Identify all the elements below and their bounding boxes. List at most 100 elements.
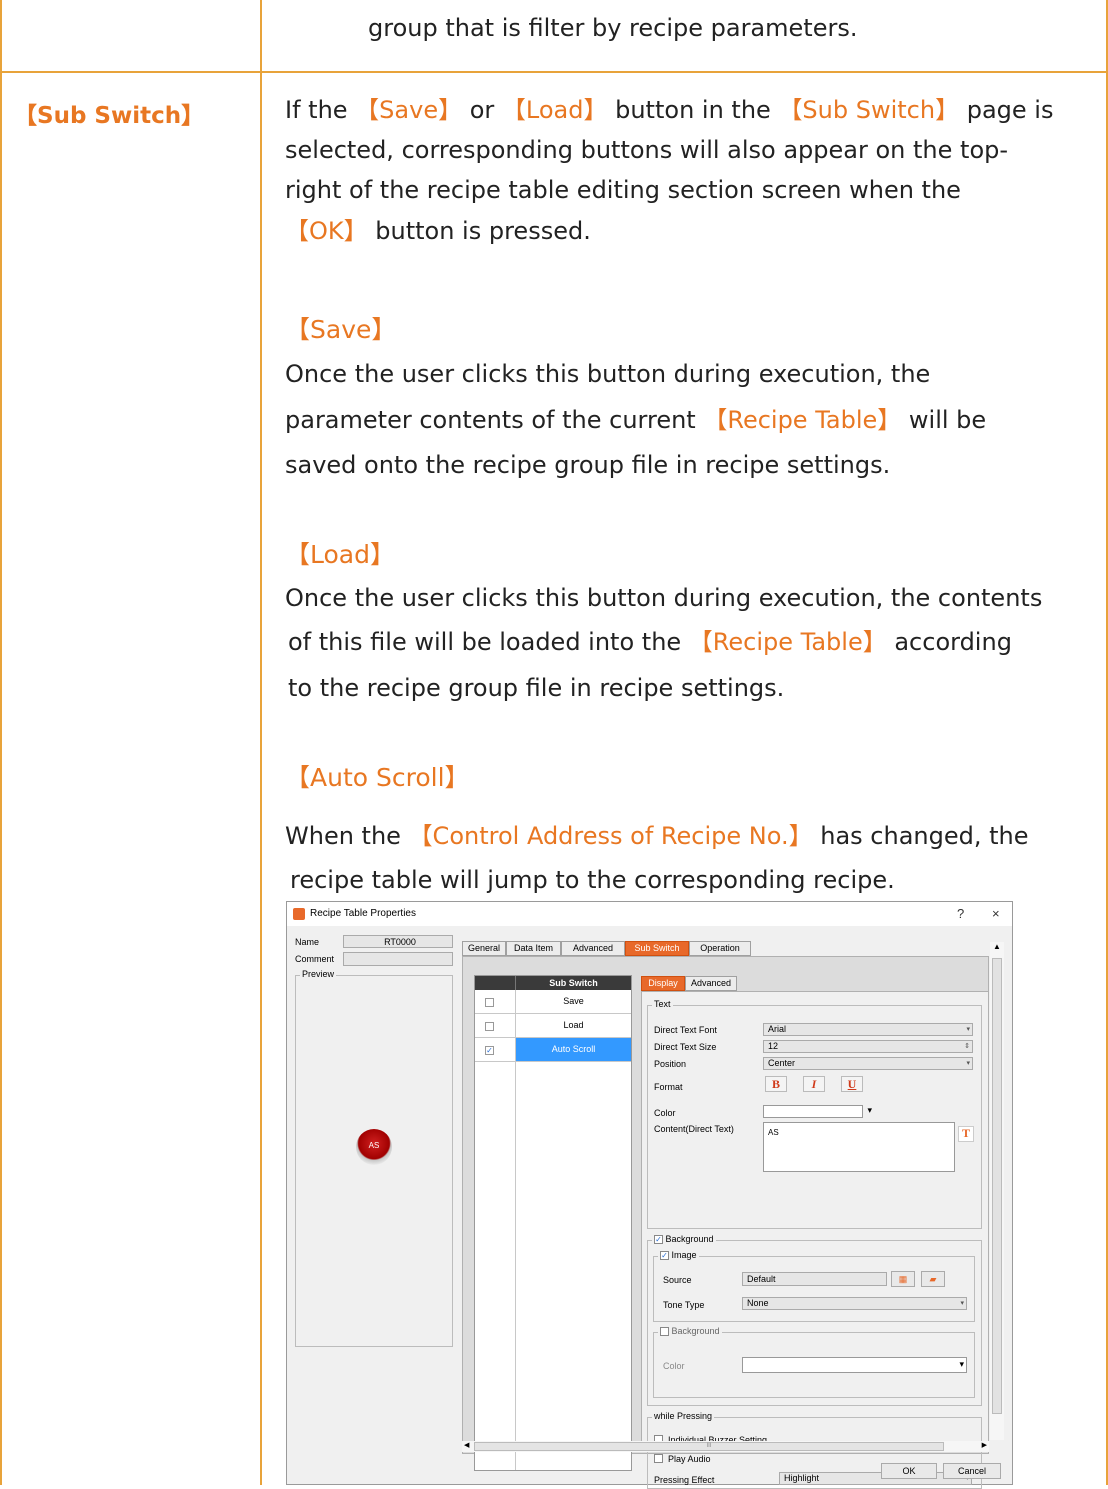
sub-switch-header: Sub Switch [475,976,631,990]
text-group-title: Text [652,999,673,1009]
row-separator [0,71,1108,73]
dialog-title-bar: Recipe Table Properties ? × [287,902,1012,926]
comment-label: Comment [295,954,335,964]
preview-label: Preview [300,969,337,979]
name-label: Name [295,937,320,947]
scroll-right-icon[interactable]: ▶ [982,1441,987,1449]
chevron-down-icon: ▾ [959,1359,964,1369]
table-left-border [0,0,2,1485]
image-checkbox[interactable]: ✓ [660,1251,669,1261]
switch-item-label: Save [515,990,631,1013]
direct-text-font-select[interactable]: Arial ▾ [763,1023,973,1036]
scroll-thumb[interactable] [992,958,1002,1414]
save-checkbox[interactable] [485,998,494,1007]
image-library-icon[interactable]: ▦ [891,1271,915,1287]
position-label: Position [654,1059,687,1069]
table-divider [260,0,262,1485]
dialog-title: Recipe Table Properties [310,908,416,919]
save-line-2: parameter contents of the current 【Recip… [285,406,987,434]
intro-line-1: If the 【Save】 or 【Load】 button in the 【S… [285,96,1054,124]
underline-button[interactable]: U [841,1076,863,1092]
inner-tab-advanced[interactable]: Advanced [685,976,737,991]
text-tool-icon[interactable]: T [958,1126,974,1142]
tab-sub-switch[interactable]: Sub Switch [625,941,689,956]
intro-line-2: selected, corresponding buttons will als… [285,136,1009,164]
folder-icon[interactable]: ▰ [921,1271,945,1287]
top-row-text: group that is filter by recipe parameter… [368,14,858,42]
bg-color-label: Color [663,1361,685,1371]
play-audio-checkbox[interactable] [654,1454,663,1463]
switch-item-auto-scroll[interactable]: ✓ Auto Scroll [475,1038,631,1062]
scroll-thumb-h[interactable]: III [474,1442,944,1451]
horizontal-scrollbar[interactable]: ◀ III ▶ [462,1441,989,1452]
intro-line-4: 【OK】 button is pressed. [285,217,591,245]
tone-type-label: Tone Type [663,1300,705,1310]
switch-item-load[interactable]: Load [475,1014,631,1038]
ok-button[interactable]: OK [881,1463,937,1479]
bg-sub-checkbox[interactable] [660,1327,669,1337]
recipe-table-properties-dialog: Recipe Table Properties ? × Name RT0000 … [286,901,1013,1489]
help-button[interactable]: ? [957,906,964,921]
chevron-down-icon: ▾ [960,1300,964,1307]
tab-advanced[interactable]: Advanced [561,941,625,956]
chevron-down-icon: ▾ [966,1060,970,1067]
tab-data-item[interactable]: Data Item [506,941,561,956]
bold-button[interactable]: B [765,1076,787,1092]
direct-text-size-label: Direct Text Size [654,1042,717,1052]
scroll-left-icon[interactable]: ◀ [464,1441,469,1449]
chevron-down-icon: ▾ [867,1105,872,1115]
color-label: Color [654,1108,676,1118]
switch-item-save[interactable]: Save [475,990,631,1014]
bg-color-picker[interactable]: ▾ [742,1357,967,1373]
save-heading: 【Save】 [285,315,397,344]
preview-button-text: AS [368,1141,380,1150]
switch-item-label: Load [515,1014,631,1037]
close-button[interactable]: × [992,906,1000,921]
app-icon [293,908,305,920]
sub-switch-list: Sub Switch Save Load ✓ Auto Scroll [474,975,632,1471]
save-line-3: saved onto the recipe group file in reci… [285,451,891,479]
text-color-picker[interactable]: ▾ [763,1105,872,1118]
source-label: Source [663,1275,692,1285]
switch-item-label: Auto Scroll [515,1038,631,1061]
pressing-effect-label: Pressing Effect [654,1475,715,1485]
italic-button[interactable]: I [803,1076,825,1092]
vertical-scrollbar[interactable]: ▲ [990,942,1004,1440]
tab-general[interactable]: General [462,941,506,956]
scroll-up-icon[interactable]: ▲ [990,942,1004,951]
load-checkbox[interactable] [485,1022,494,1031]
content-direct-text-input[interactable]: AS [763,1122,955,1172]
name-field[interactable]: RT0000 [343,935,453,948]
auto-scroll-line-2: recipe table will jump to the correspond… [290,866,895,894]
image-group-title: ✓ Image [658,1250,699,1261]
play-audio-label: Play Audio [668,1454,711,1464]
background-checkbox[interactable]: ✓ [654,1235,663,1245]
content-direct-text-label: Content(Direct Text) [654,1124,734,1134]
direct-text-font-label: Direct Text Font [654,1025,717,1035]
tone-type-select[interactable]: None ▾ [742,1297,967,1310]
tab-operation[interactable]: Operation [689,941,751,956]
intro-line-3: right of the recipe table editing sectio… [285,176,961,204]
sub-switch-header-label: Sub Switch [515,976,631,990]
position-select[interactable]: Center ▾ [763,1057,973,1070]
bg-sub-group-title: Background [658,1326,722,1337]
source-field[interactable]: Default [742,1272,887,1286]
inner-tab-display[interactable]: Display [641,976,685,991]
format-label: Format [654,1082,683,1092]
while-pressing-title: while Pressing [652,1411,715,1421]
auto-scroll-checkbox[interactable]: ✓ [485,1046,494,1055]
direct-text-size-spinner[interactable]: 12 ⇕ [763,1040,973,1053]
chevron-down-icon: ▾ [966,1026,970,1033]
load-line-1: Once the user clicks this button during … [285,584,1043,612]
image-group: ✓ Image [653,1250,975,1322]
auto-scroll-heading: 【Auto Scroll】 [285,763,470,792]
row-label-sub-switch: 【Sub Switch】 [14,103,205,129]
load-line-2: of this file will be loaded into the 【Re… [288,628,1012,656]
preview-group: Preview AS [295,969,453,1347]
switch-list-divider [515,1062,516,1470]
cancel-button[interactable]: Cancel [943,1463,1001,1479]
spinner-icon: ⇕ [964,1043,970,1050]
comment-field[interactable] [343,952,453,966]
auto-scroll-line-1: When the 【Control Address of Recipe No.】… [285,822,1029,850]
load-heading: 【Load】 [285,540,395,569]
